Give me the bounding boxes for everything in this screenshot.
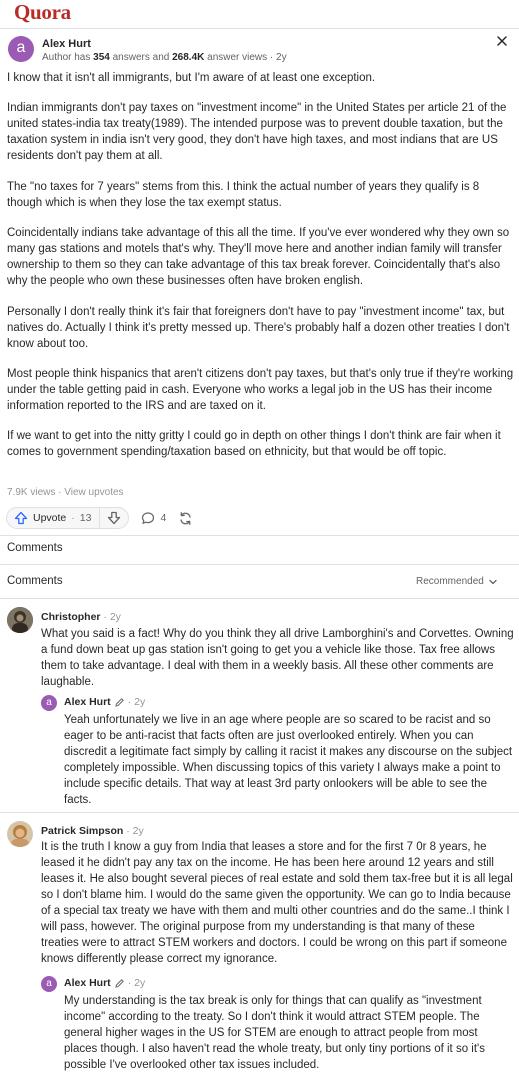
action-bar: Upvote · 13 4 (6, 506, 193, 530)
comment-text: It is the truth I know a guy from India … (41, 841, 513, 965)
section-divider (0, 564, 519, 565)
comment-text: What you said is a fact! Why do you thin… (41, 628, 514, 688)
share-icon (180, 511, 191, 525)
header-divider (0, 28, 519, 29)
comment-count: 4 (160, 512, 167, 524)
downvote-icon (108, 511, 121, 525)
reply-author-name[interactable]: Alex Hurt · 2y (64, 696, 145, 708)
answer-paragraph: Indian immigrants don't pay taxes on "in… (7, 102, 507, 162)
upvote-count: 13 (79, 512, 92, 524)
answer-paragraph: Coincidentally indians take advantage of… (7, 227, 510, 287)
reply-avatar[interactable]: a (41, 695, 57, 711)
reply-author-name[interactable]: Alex Hurt · 2y (64, 977, 145, 989)
view-stats[interactable]: 7.9K views · View upvotes (7, 487, 124, 498)
separator-dot: · (71, 512, 75, 524)
reply-text: My understanding is the tax break is onl… (64, 995, 485, 1071)
comments-header: Comments (7, 542, 63, 554)
sort-dropdown[interactable]: Recommended (416, 576, 498, 587)
answer-paragraph: Personally I don't really think it's fai… (7, 306, 510, 350)
downvote-button[interactable] (100, 508, 128, 528)
upvote-icon (14, 511, 28, 525)
reply-text: Yeah unfortunately we live in an age whe… (64, 714, 513, 806)
chevron-down-icon (489, 579, 497, 584)
comment-divider (0, 812, 519, 813)
edit-pencil-icon (115, 697, 124, 707)
answer-paragraph: I know that it isn't all immigrants, but… (7, 72, 376, 84)
answer-paragraph: If we want to get into the nitty gritty … (7, 430, 501, 458)
close-icon[interactable] (495, 34, 509, 48)
section-divider (0, 598, 519, 599)
author-credentials: Author has 354 answers and 268.4K answer… (42, 52, 287, 63)
sort-label: Recommended (416, 576, 484, 587)
comments-subheader: Comments (7, 575, 63, 587)
reply-avatar[interactable]: a (41, 976, 57, 992)
upvote-button[interactable]: Upvote · 13 (7, 508, 101, 528)
answer-paragraph: Most people think hispanics that aren't … (7, 368, 514, 412)
section-divider (0, 535, 519, 536)
commenter-avatar[interactable] (7, 607, 33, 633)
comment-icon (142, 512, 155, 524)
author-avatar[interactable]: a (8, 36, 34, 62)
vote-pill: Upvote · 13 (6, 507, 130, 529)
edit-pencil-icon (115, 978, 124, 988)
commenter-name[interactable]: Patrick Simpson · 2y (41, 825, 144, 837)
answer-paragraph: The "no taxes for 7 years" stems from th… (7, 181, 480, 209)
share-button[interactable] (178, 511, 193, 526)
commenter-avatar[interactable] (7, 821, 33, 847)
upvote-label: Upvote (33, 512, 67, 524)
author-name[interactable]: Alex Hurt (42, 38, 91, 50)
comment-button[interactable]: 4 (141, 511, 166, 525)
commenter-name[interactable]: Christopher · 2y (41, 611, 121, 623)
quora-logo[interactable]: Quora (14, 0, 71, 24)
